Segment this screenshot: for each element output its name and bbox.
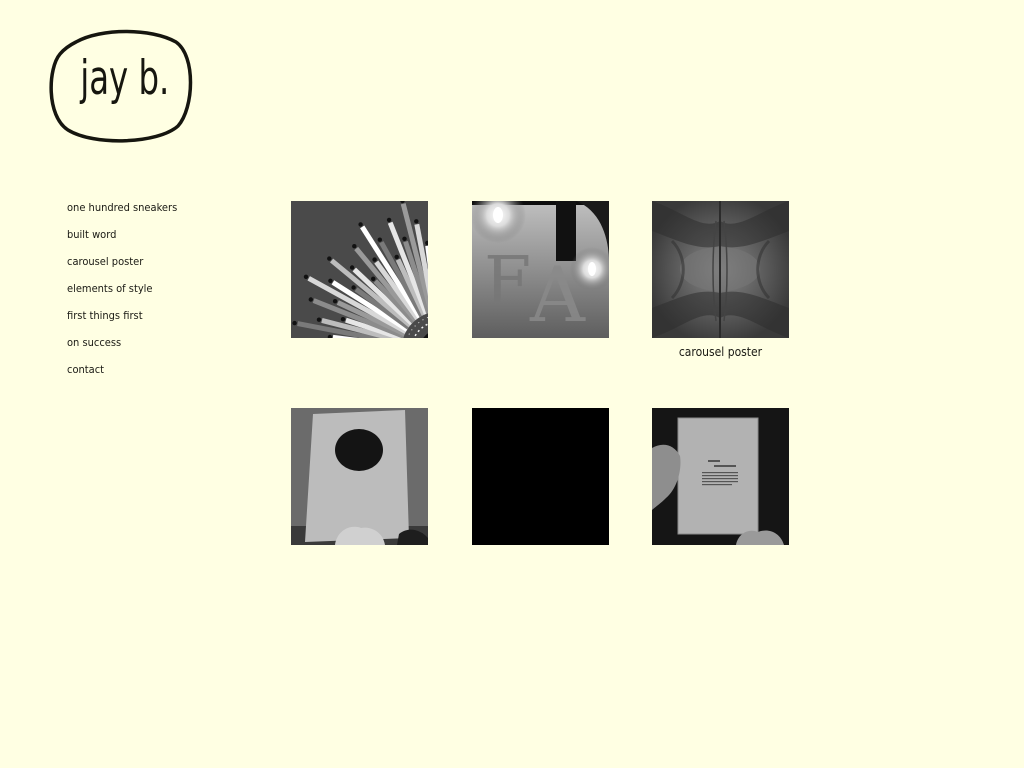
thumbnail-on-success[interactable] [652,408,789,545]
site-logo[interactable]: jay b. [46,28,194,144]
nav-item-one-hundred-sneakers[interactable]: one hundred sneakers [67,201,267,215]
nav-item-on-success[interactable]: on success [67,336,267,350]
nav-item-built-word[interactable]: built word [67,228,267,242]
hand-holding-page-image-icon [652,408,789,545]
nav-item-first-things-first[interactable]: first things first [67,309,267,323]
nav-item-carousel-poster[interactable]: carousel poster [67,255,267,269]
black-square-image-icon [472,408,609,545]
nav-item-contact[interactable]: contact [67,363,267,377]
thumbnail-one-hundred-sneakers[interactable] [291,201,428,338]
project-nav: one hundred sneakers built word carousel… [67,201,267,390]
thumbnail-built-word[interactable]: F A [472,201,609,338]
thumbnail-elements-of-style[interactable] [291,408,428,545]
candle-letters-image-icon: F A [472,201,609,338]
mirrored-abstract-image-icon [652,201,789,338]
paper-with-ink-blot-image-icon [291,408,428,545]
svg-text:F: F [484,243,531,322]
page: jay b. one hundred sneakers built word c… [0,0,1024,768]
svg-text:jay b.: jay b. [79,50,169,105]
svg-text:A: A [529,250,586,338]
nav-item-elements-of-style[interactable]: elements of style [67,282,267,296]
thumbnail-hover-caption: carousel poster [678,345,763,359]
thumbnail-first-things-first[interactable] [472,408,609,545]
handwritten-circle-logo-icon: jay b. [49,29,193,143]
radial-sneaker-chart-image-icon [291,201,428,338]
thumbnail-carousel-poster[interactable] [652,201,789,338]
